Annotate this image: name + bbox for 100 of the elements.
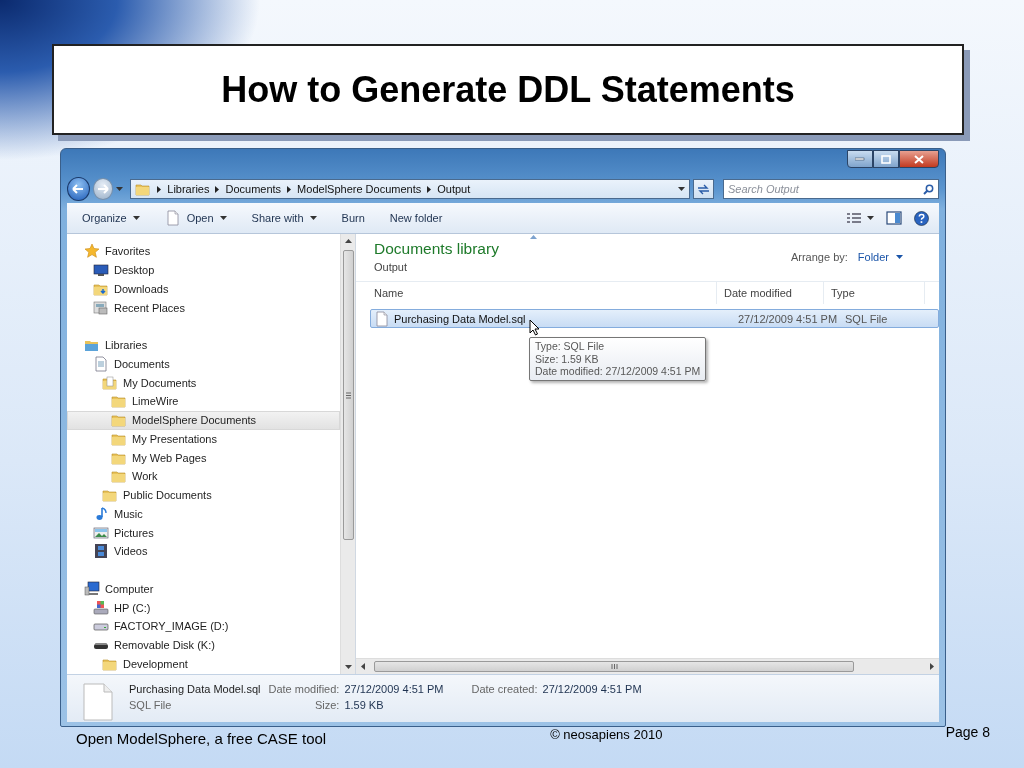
page-number: Page 8 (945, 724, 990, 742)
nav-item[interactable]: My Documents (67, 373, 340, 392)
scroll-down-icon (344, 665, 352, 669)
nav-item[interactable]: Computer (67, 579, 340, 599)
column-header[interactable]: Type (824, 282, 925, 304)
computer-icon (84, 580, 100, 597)
vertical-scrollbar[interactable] (340, 234, 355, 674)
nav-item[interactable]: LimeWire (67, 392, 340, 411)
monitor-icon (93, 262, 109, 279)
file-icon (83, 682, 113, 721)
file-icon (164, 210, 181, 226)
copyright-text: © neosapiens 2010 (550, 727, 663, 744)
caret-icon (219, 216, 227, 220)
caret-icon (896, 255, 903, 259)
scrollbar-thumb[interactable] (374, 661, 854, 672)
picture-icon (93, 524, 109, 541)
nav-item[interactable]: Favorites (67, 242, 340, 261)
sort-arrow-icon (530, 235, 537, 239)
toolbar-button[interactable]: Organize (75, 210, 148, 226)
detail-label: Size: (313, 698, 341, 713)
list-view-icon (847, 212, 861, 224)
minimize-icon (855, 157, 865, 161)
forward-arrow-icon (96, 184, 109, 194)
library-subtitle: Output (374, 261, 408, 273)
footer-text: Open ModelSphere, a free CASE tool (76, 730, 327, 747)
nav-item[interactable]: FACTORY_IMAGE (D:) (67, 617, 340, 636)
nav-item[interactable]: My Web Pages (67, 448, 340, 467)
detail-value: 27/12/2009 4:51 PM (344, 682, 444, 697)
toolbar-button[interactable]: Burn (334, 210, 373, 226)
scroll-right-icon (930, 663, 934, 670)
nav-item[interactable]: Recent Places (67, 298, 340, 317)
nav-item[interactable]: Work (67, 467, 340, 486)
view-options-button[interactable] (845, 210, 876, 226)
detail-label: Date created: (470, 682, 539, 697)
nav-item[interactable]: Public Documents (67, 485, 340, 505)
arrange-dropdown[interactable]: Folder (857, 251, 903, 263)
breadcrumb-item[interactable]: ModelSphere Documents (297, 183, 422, 195)
minimize-button[interactable] (847, 150, 873, 168)
scroll-left-icon (361, 663, 365, 670)
caret-icon (867, 216, 874, 220)
nav-item[interactable]: Music (67, 504, 340, 524)
close-button[interactable] (899, 150, 939, 168)
preview-pane-button[interactable] (884, 209, 904, 227)
grip-icon (345, 391, 351, 399)
help-button[interactable] (912, 208, 931, 228)
back-button[interactable] (67, 177, 90, 201)
chevron-icon (215, 185, 220, 193)
grip-icon (610, 664, 618, 669)
detail-label: Date modified: (267, 682, 341, 697)
chevron-icon (427, 185, 432, 193)
search-icon (923, 184, 934, 195)
caret-icon (132, 216, 140, 220)
search-field[interactable]: Search Output (723, 179, 939, 199)
nav-item[interactable]: Development (67, 654, 340, 674)
back-arrow-icon (72, 184, 85, 194)
preview-pane-icon (886, 211, 902, 225)
close-icon (914, 154, 924, 164)
nav-item[interactable]: Desktop (67, 260, 340, 280)
library-title: Documents library (374, 240, 499, 258)
nav-item[interactable]: Pictures (67, 523, 340, 542)
toolbar-button[interactable]: New folder (382, 210, 451, 226)
column-header[interactable]: Date modified (717, 282, 824, 304)
scroll-up-icon (344, 239, 352, 243)
drive-icon (93, 599, 109, 616)
breadcrumb-item[interactable]: Documents (225, 183, 282, 195)
star-icon (84, 243, 100, 260)
maximize-button[interactable] (873, 150, 899, 168)
address-dropdown[interactable] (678, 187, 686, 191)
toolbar-button[interactable]: Open (157, 208, 235, 228)
breadcrumb-item[interactable]: Libraries (167, 183, 210, 195)
nav-item[interactable]: Videos (67, 542, 340, 561)
nav-item[interactable]: My Presentations (67, 429, 340, 449)
caret-icon (678, 187, 686, 191)
tooltip-text: Type: SQL File (535, 340, 606, 353)
document-icon (93, 355, 109, 372)
breadcrumb-item[interactable]: Output (437, 183, 471, 195)
column-header[interactable]: Name (356, 282, 717, 304)
tooltip-text: Size: 1.59 KB (535, 352, 600, 365)
chevron-icon (287, 185, 292, 193)
tooltip-text: Date modified: 27/12/2009 4:51 PM (535, 365, 701, 378)
toolbar-button[interactable]: Share with (244, 210, 325, 226)
nav-item[interactable]: HP (C:) (67, 598, 340, 617)
refresh-button[interactable] (693, 179, 714, 199)
chevron-icon (157, 185, 162, 193)
address-bar[interactable]: Libraries Documents ModelSphere Documents Output (130, 179, 691, 199)
file-row[interactable]: Purchasing Data Model.sql 27/12/2009 4:51 PM SQL File (370, 309, 939, 328)
nav-item[interactable]: Libraries (67, 335, 340, 355)
mouse-pointer-icon (529, 319, 540, 336)
nav-item[interactable]: Removable Disk (K:) (67, 635, 340, 655)
refresh-icon (697, 183, 711, 195)
nav-item[interactable]: Documents (67, 354, 340, 374)
scrollbar-thumb[interactable] (342, 250, 354, 540)
caret-icon (309, 216, 317, 220)
detail-value: 27/12/2009 4:51 PM (542, 682, 642, 697)
nav-item[interactable]: Downloads (67, 279, 340, 299)
nav-item[interactable]: ModelSphere Documents (67, 410, 340, 430)
table-cell: Purchasing Data Model.sql (371, 310, 732, 327)
horizontal-scrollbar[interactable] (356, 658, 939, 674)
table-cell-text: 27/12/2009 4:51 PM (737, 312, 839, 325)
arrange-label: Arrange by: (790, 251, 848, 263)
